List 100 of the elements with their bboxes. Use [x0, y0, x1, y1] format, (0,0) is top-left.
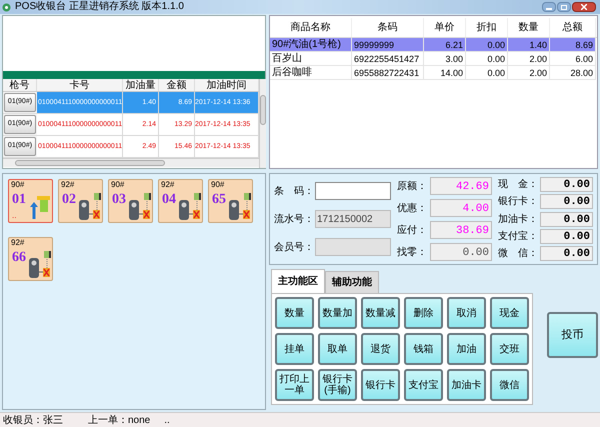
table-cell: 28.00: [550, 66, 596, 80]
function-button[interactable]: 交班: [490, 333, 529, 365]
pump-tile[interactable]: 92# 66: [8, 237, 53, 281]
column-header: 折扣: [466, 18, 508, 37]
function-button[interactable]: 数量减: [361, 297, 400, 329]
payment-value: 0.00: [540, 194, 593, 210]
amount-label: 找零：: [397, 246, 428, 260]
function-button[interactable]: 数量加: [318, 297, 357, 329]
payment-value: 0.00: [540, 246, 593, 261]
function-button[interactable]: 支付宝: [404, 369, 443, 401]
fuel-grade: 90#: [11, 181, 24, 189]
pump-tile[interactable]: 90# 01 ..: [8, 179, 53, 223]
close-icon: [581, 4, 587, 10]
minimize-button[interactable]: [542, 2, 556, 12]
payment-value: 0.00: [540, 177, 593, 192]
function-button[interactable]: 加油卡: [447, 369, 486, 401]
function-button[interactable]: 钱箱: [404, 333, 443, 365]
status-value: 张三: [43, 414, 63, 427]
status-label: 上一单：: [88, 414, 128, 427]
payment-label: 现 金：: [498, 178, 539, 192]
close-button[interactable]: [572, 2, 596, 12]
status-value: none: [128, 414, 150, 427]
table-cell: 8.69: [550, 38, 596, 52]
pump-tile[interactable]: 92# 02: [58, 179, 103, 223]
status-dots: ..: [164, 414, 170, 427]
table-cell: 90#汽油(1号枪): [270, 38, 352, 52]
column-header: 卡号: [37, 79, 123, 91]
column-header: 枪号: [3, 79, 37, 91]
function-button[interactable]: 微信: [490, 369, 529, 401]
amount-value: 4.00: [430, 199, 492, 217]
column-header: 数量: [508, 18, 550, 37]
pump-number: 02: [62, 193, 76, 207]
window-title: POS收银台 正星进销存系统 版本1.1.0: [15, 2, 184, 12]
field-label: 流水号：: [274, 212, 315, 226]
fuel-pump-offline-icon: [177, 193, 201, 221]
table-cell: 0.00: [466, 52, 508, 66]
pump-number: 04: [162, 193, 176, 207]
coin-button[interactable]: 投币: [547, 312, 598, 358]
status-dots: ..: [12, 212, 16, 220]
column-header: 金额: [159, 79, 195, 91]
fuel-grade: 92#: [161, 181, 174, 189]
pump-tile[interactable]: 90# 65: [208, 179, 253, 223]
app-icon: [2, 2, 11, 12]
function-button[interactable]: 数量: [275, 297, 314, 329]
tab[interactable]: 辅助功能: [325, 271, 379, 293]
pump-number: 03: [112, 193, 126, 207]
amount-value: 38.69: [430, 221, 492, 239]
table-cell: 6922255451427: [352, 52, 424, 66]
table-cell: 6955882722431: [352, 66, 424, 80]
maximize-button[interactable]: [557, 2, 571, 12]
fuel-grade: 92#: [11, 239, 24, 247]
function-button[interactable]: 退货: [361, 333, 400, 365]
payment-label: 微 信：: [498, 247, 539, 261]
column-header: 加油量: [123, 79, 159, 91]
pump-tile[interactable]: 92# 04: [158, 179, 203, 223]
function-button[interactable]: 取单: [318, 333, 357, 365]
fuel-grade: 92#: [61, 181, 74, 189]
table-cell: 14.00: [424, 66, 466, 80]
function-button[interactable]: 加油: [447, 333, 486, 365]
table-cell: 2.00: [508, 66, 550, 80]
column-header: 总额: [550, 18, 596, 37]
function-button[interactable]: 银行卡: [361, 369, 400, 401]
column-header: 单价: [424, 18, 466, 37]
amount-value: 0.00: [430, 243, 492, 261]
input-field[interactable]: [315, 182, 391, 200]
tab[interactable]: 主功能区: [271, 269, 325, 293]
fuel-grade: 90#: [111, 181, 124, 189]
payment-value: 0.00: [540, 212, 593, 226]
function-button[interactable]: 挂单: [275, 333, 314, 365]
field-label: 条 码：: [274, 184, 315, 198]
function-button[interactable]: 现金: [490, 297, 529, 329]
table-cell: 0.00: [466, 38, 508, 52]
column-header: 商品名称: [270, 18, 352, 37]
fuel-grade: 90#: [211, 181, 224, 189]
function-button[interactable]: 打印上一单: [275, 369, 314, 401]
pump-number: 65: [212, 193, 226, 207]
horizontal-scrollbar[interactable]: [3, 158, 259, 167]
field-label: 会员号：: [274, 240, 315, 254]
payment-label: 支付宝：: [498, 230, 539, 244]
payment-label: 银行卡：: [498, 194, 539, 210]
function-button[interactable]: 银行卡(手输): [318, 369, 357, 401]
status-label: 收银员：: [3, 414, 43, 427]
payment-label: 加油卡：: [498, 212, 539, 226]
fuel-pump-offline-icon: [27, 251, 51, 279]
table-cell: 2.00: [508, 52, 550, 66]
function-button[interactable]: 取消: [447, 297, 486, 329]
amount-label: 优惠：: [397, 202, 428, 216]
fuel-pump-offline-icon: [127, 193, 151, 221]
table-cell: 3.00: [424, 52, 466, 66]
table-cell: 0.00: [466, 66, 508, 80]
function-button[interactable]: 删除: [404, 297, 443, 329]
table-cell: 6.00: [550, 52, 596, 66]
amount-label: 原额：: [397, 180, 428, 194]
fuel-pump-offline-icon: [227, 193, 251, 221]
amount-value: 42.69: [430, 177, 492, 195]
vertical-scrollbar[interactable]: [259, 79, 266, 168]
table-cell: 6.21: [424, 38, 466, 52]
pump-tile[interactable]: 90# 03: [108, 179, 153, 223]
table-cell: 后谷咖啡: [270, 66, 352, 80]
column-header: 条码: [352, 18, 424, 37]
